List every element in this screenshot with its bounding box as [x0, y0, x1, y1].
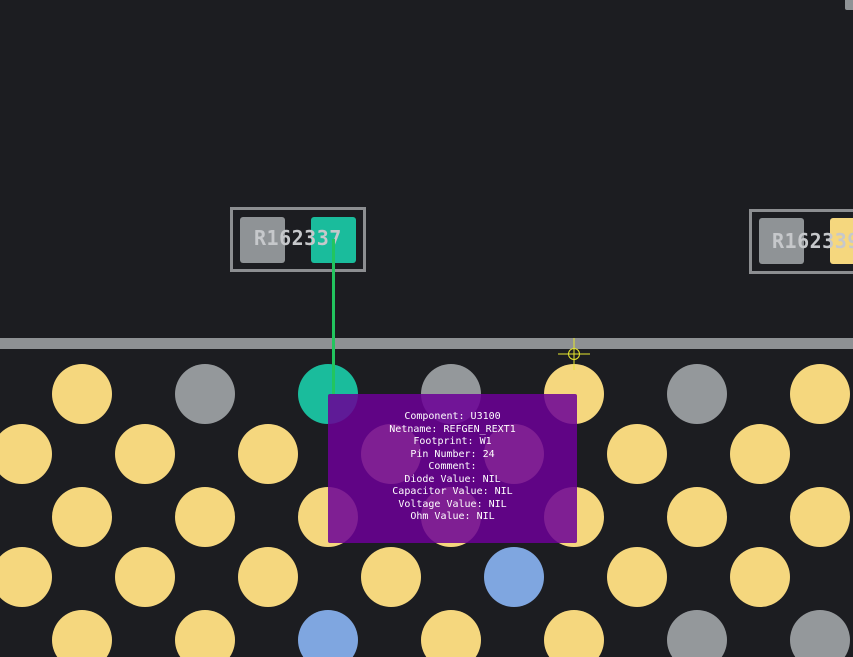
pin-info-tooltip: Component: U3100 Netname: REFGEN_REXT1 F…	[328, 394, 577, 543]
crosshair-icon	[558, 338, 590, 370]
via-pad[interactable]	[790, 364, 850, 424]
tooltip-diode: Diode Value: NIL	[404, 473, 501, 485]
via-pad[interactable]	[238, 547, 298, 607]
tooltip-pin-number: Pin Number: 24	[410, 448, 495, 460]
via-pad[interactable]	[0, 424, 52, 484]
via-pad[interactable]	[544, 610, 604, 657]
via-pad[interactable]	[175, 364, 235, 424]
tooltip-ohm: Ohm Value: NIL	[410, 511, 495, 522]
tooltip-footprint: Footprint: W1	[413, 436, 492, 447]
via-pad[interactable]	[361, 547, 421, 607]
via-pad[interactable]	[115, 547, 175, 607]
tooltip-voltage: Voltage Value: NIL	[398, 498, 507, 510]
via-pad[interactable]	[238, 424, 298, 484]
via-pad[interactable]	[730, 547, 790, 607]
via-pad[interactable]	[52, 364, 112, 424]
via-pad[interactable]	[790, 610, 850, 657]
via-pad[interactable]	[607, 547, 667, 607]
via-pad[interactable]	[667, 487, 727, 547]
tooltip-comment: Comment:	[428, 461, 477, 472]
via-pad[interactable]	[52, 487, 112, 547]
via-pad[interactable]	[52, 610, 112, 657]
trace-refgen-rext1[interactable]	[332, 239, 335, 394]
offscreen-pad[interactable]	[845, 0, 853, 10]
via-pad[interactable]	[790, 487, 850, 547]
via-pad[interactable]	[484, 547, 544, 607]
component-label: R162339	[772, 229, 853, 253]
board-edge-divider	[0, 338, 853, 349]
via-pad[interactable]	[175, 610, 235, 657]
pcb-canvas[interactable]: R162337 R162339 Component: U3100 Netname…	[0, 0, 853, 657]
via-pad[interactable]	[667, 610, 727, 657]
tooltip-component: Component: U3100	[404, 411, 501, 422]
tooltip-netname: Netname: REFGEN_REXT1	[389, 423, 516, 435]
via-pad[interactable]	[667, 364, 727, 424]
via-pad[interactable]	[0, 547, 52, 607]
via-pad[interactable]	[115, 424, 175, 484]
via-pad[interactable]	[298, 610, 358, 657]
via-pad[interactable]	[607, 424, 667, 484]
via-pad[interactable]	[421, 610, 481, 657]
component-label: R162337	[254, 226, 342, 250]
via-pad[interactable]	[175, 487, 235, 547]
via-pad[interactable]	[730, 424, 790, 484]
tooltip-capacitor: Capacitor Value: NIL	[392, 486, 513, 497]
